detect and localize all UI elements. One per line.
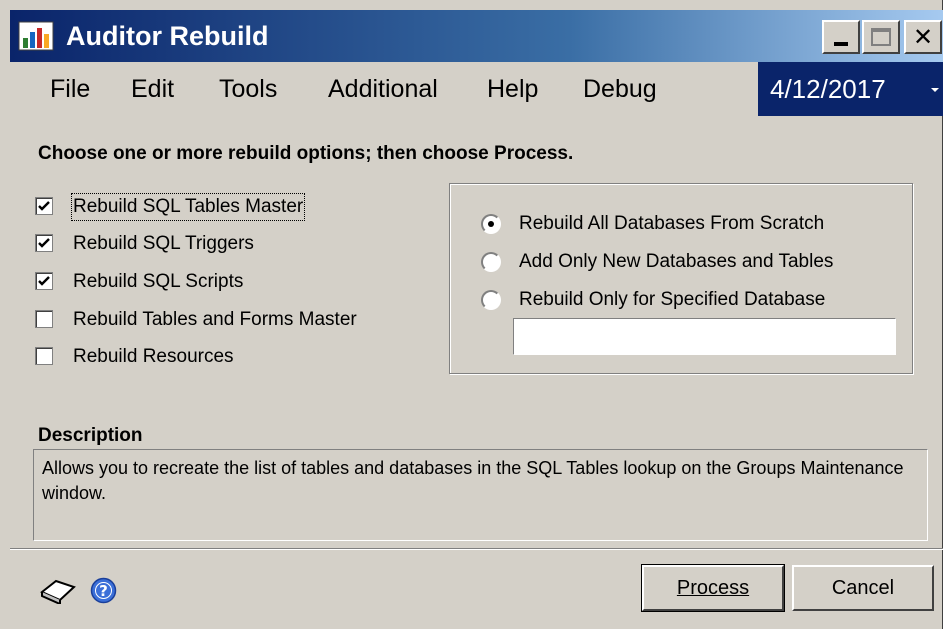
window-title: Auditor Rebuild (66, 21, 269, 51)
process-button-label: Process (676, 576, 750, 599)
description-heading: Description (38, 425, 143, 446)
checkbox-label[interactable]: Rebuild Tables and Forms Master (73, 308, 357, 332)
close-icon: ✕ (912, 23, 934, 51)
dropdown-caret-icon (931, 88, 939, 92)
help-icon[interactable]: ? (90, 577, 117, 604)
checkbox-box[interactable] (35, 310, 53, 328)
close-button[interactable]: ✕ (904, 20, 942, 54)
minimize-icon (834, 42, 848, 46)
checkbox-box[interactable] (35, 197, 53, 215)
menu-help[interactable]: Help (487, 74, 538, 104)
radio-label[interactable]: Rebuild Only for Specified Database (519, 288, 825, 312)
menu-additional[interactable]: Additional (328, 74, 438, 104)
radio-selected-dot (488, 221, 494, 227)
checkmark-icon (38, 276, 50, 286)
checkmark-icon (38, 238, 50, 248)
checkbox-label[interactable]: Rebuild SQL Tables Master (70, 193, 306, 221)
maximize-icon (871, 28, 891, 46)
checkbox-box[interactable] (35, 347, 53, 365)
menu-edit[interactable]: Edit (131, 74, 174, 104)
minimize-button[interactable] (822, 20, 860, 54)
note-icon[interactable] (38, 578, 78, 604)
specified-database-field[interactable] (513, 318, 896, 355)
svg-text:?: ? (99, 582, 108, 600)
cancel-button-label: Cancel (831, 576, 895, 599)
options-heading: Choose one or more rebuild options; then… (38, 143, 574, 164)
process-button[interactable]: Process (641, 564, 785, 612)
menu-file[interactable]: File (50, 74, 90, 104)
menu-debug[interactable]: Debug (583, 74, 657, 104)
menu-tools[interactable]: Tools (219, 74, 277, 104)
checkbox-label[interactable]: Rebuild SQL Triggers (73, 232, 254, 256)
footer-separator (10, 548, 943, 550)
cancel-button[interactable]: Cancel (792, 565, 934, 611)
checkmark-icon (38, 201, 50, 211)
radio-label[interactable]: Add Only New Databases and Tables (519, 250, 833, 274)
checkbox-box[interactable] (35, 272, 53, 290)
auditor-rebuild-window: Auditor Rebuild ✕ File Edit Tools Additi… (0, 0, 943, 629)
app-icon (18, 21, 54, 51)
description-text: Allows you to recreate the list of table… (33, 449, 928, 541)
user-date: 4/12/2017 (770, 74, 886, 104)
checkbox-box[interactable] (35, 234, 53, 252)
radio-button[interactable] (481, 290, 501, 310)
checkbox-label[interactable]: Rebuild SQL Scripts (73, 270, 243, 294)
radio-label[interactable]: Rebuild All Databases From Scratch (519, 212, 824, 236)
user-date-button[interactable]: 4/12/2017 (758, 62, 943, 116)
title-bar[interactable]: Auditor Rebuild ✕ (10, 10, 943, 62)
maximize-button (862, 20, 900, 54)
radio-button[interactable] (481, 214, 501, 234)
checkbox-label[interactable]: Rebuild Resources (73, 345, 234, 369)
radio-button[interactable] (481, 252, 501, 272)
